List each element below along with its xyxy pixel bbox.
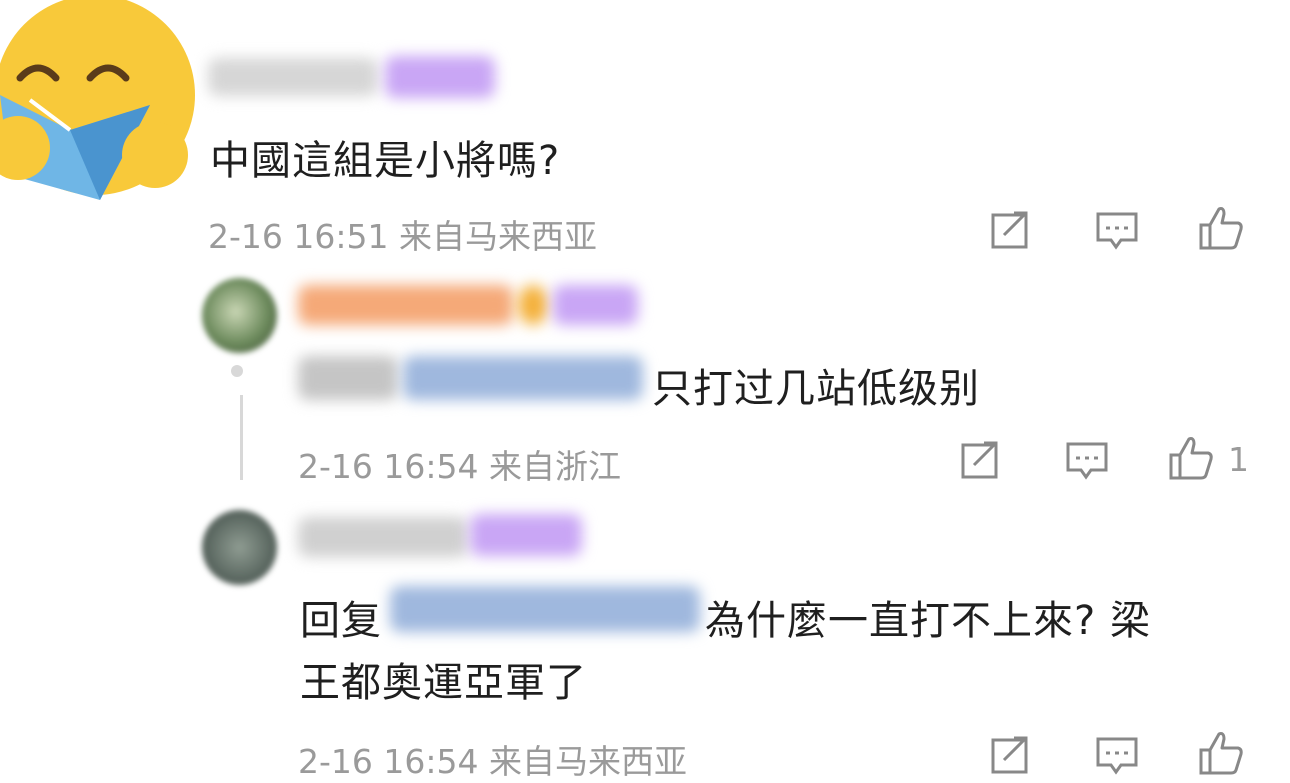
reply-like-button[interactable] xyxy=(1167,435,1215,485)
reply-button[interactable] xyxy=(1095,210,1139,256)
comment-icon xyxy=(1096,737,1138,775)
comment-avatar[interactable] xyxy=(0,0,200,210)
user-badge xyxy=(385,56,495,98)
thumbs-up-icon xyxy=(1199,207,1243,250)
reply-share-button[interactable] xyxy=(960,440,1002,484)
reply-time: 2-16 16:54 xyxy=(298,447,479,486)
reply-2-share-button[interactable] xyxy=(990,735,1032,779)
mention-link[interactable] xyxy=(403,356,643,400)
reply-comment-button[interactable] xyxy=(1065,440,1109,486)
comment-text: 中國這組是小將嗎? xyxy=(210,138,561,184)
comment-meta: 2-16 16:51 来自马来西亚 xyxy=(208,210,597,258)
reply-user-badge-2 xyxy=(470,514,582,556)
reply-username-2[interactable] xyxy=(298,517,468,557)
reply-2-text-line2: 王都奧運亞軍了 xyxy=(300,660,587,706)
thumbs-up-icon xyxy=(1199,732,1243,775)
reply-location: 来自浙江 xyxy=(489,447,621,486)
thumbs-up-icon xyxy=(1169,437,1213,480)
username[interactable] xyxy=(208,58,378,96)
reply-avatar[interactable] xyxy=(202,278,277,353)
reply-2-like-button[interactable] xyxy=(1197,730,1245,780)
like-button[interactable] xyxy=(1197,205,1245,255)
share-icon xyxy=(991,211,1028,249)
like-count: 1 xyxy=(1228,440,1249,479)
comment-location: 来自马来西亚 xyxy=(399,217,597,256)
comment-time: 2-16 16:51 xyxy=(208,217,389,256)
comment-icon xyxy=(1096,212,1138,250)
comment-icon xyxy=(1066,442,1108,480)
reply-2-time: 2-16 16:54 xyxy=(298,742,479,781)
reading-emoji-icon xyxy=(0,0,195,200)
share-button[interactable] xyxy=(990,210,1032,254)
reply-2-location: 来自马来西亚 xyxy=(489,742,687,781)
reply-meta: 2-16 16:54 来自浙江 xyxy=(298,440,621,488)
reply-avatar-2[interactable] xyxy=(202,510,277,585)
share-icon xyxy=(991,736,1028,774)
reply-user-badge xyxy=(553,285,638,325)
reply-2-prefix: 回复 xyxy=(300,598,382,644)
reply-2-text: 為什麼一直打不上來? 梁 xyxy=(705,598,1151,644)
reply-2-meta: 2-16 16:54 来自马来西亚 xyxy=(298,735,687,783)
reply-badge-emoji xyxy=(518,285,548,325)
reply-text: 只打过几站低级别 xyxy=(652,366,980,412)
thread-line xyxy=(240,395,243,480)
reply-2-comment-button[interactable] xyxy=(1095,735,1139,781)
share-icon xyxy=(961,441,998,479)
reply-prefix-blurred xyxy=(298,356,398,400)
mention-link-2[interactable] xyxy=(390,586,700,632)
reply-quote-indicator xyxy=(231,365,243,377)
reply-username[interactable] xyxy=(298,285,513,325)
